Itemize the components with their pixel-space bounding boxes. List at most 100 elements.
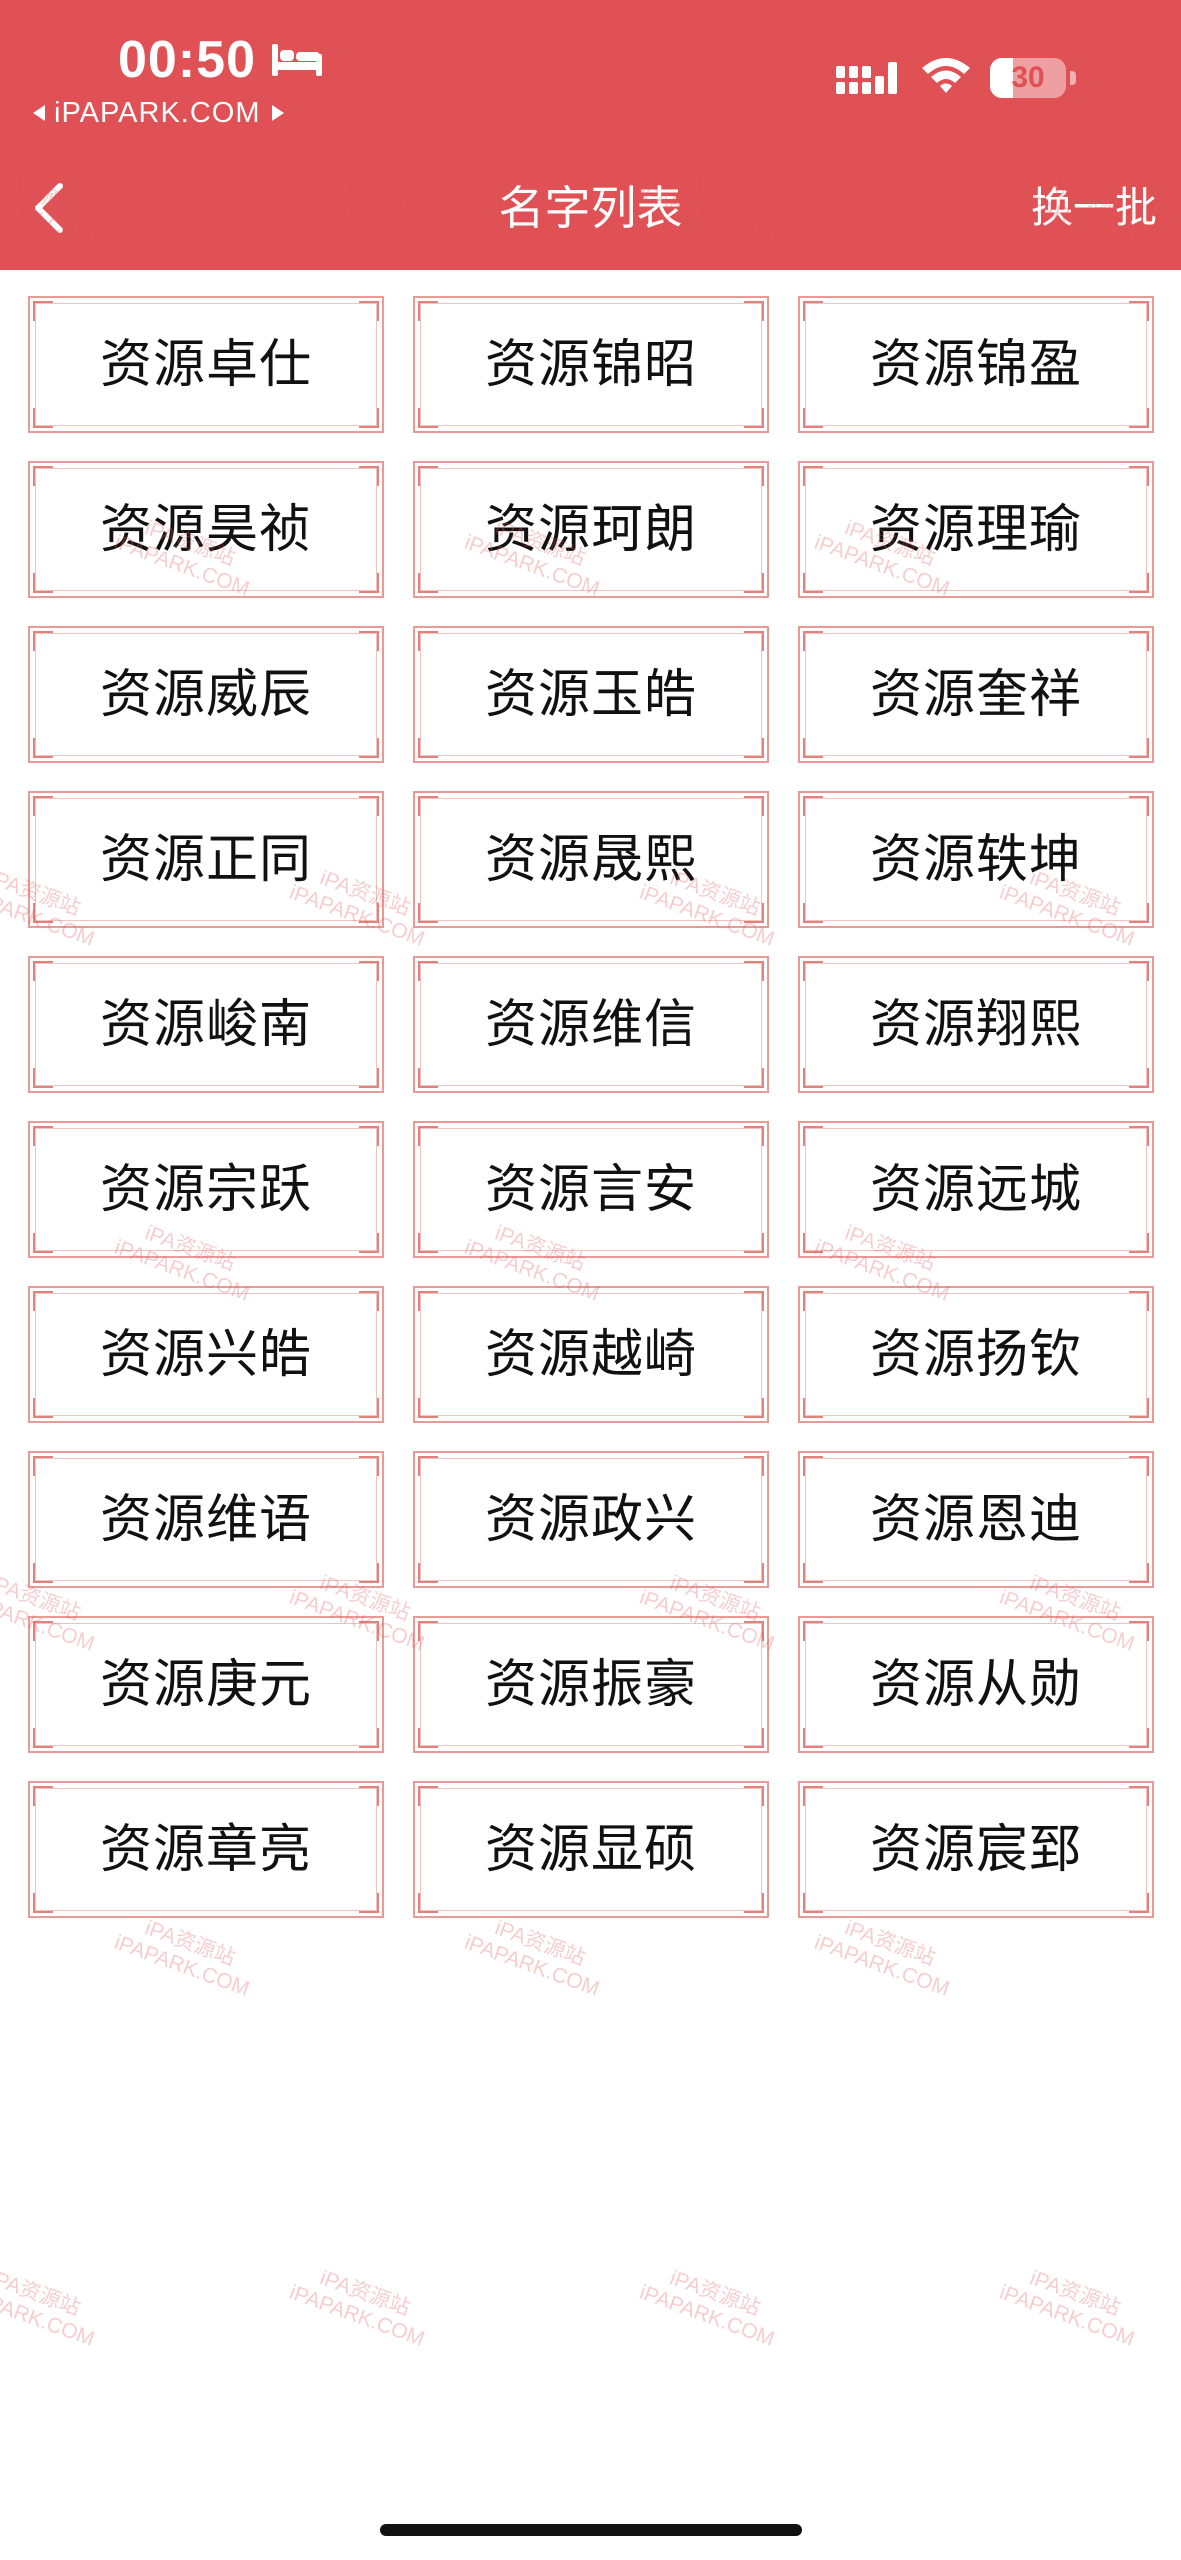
name-card[interactable]: 资源轶坤 (798, 791, 1154, 928)
refresh-batch-button[interactable]: 换一批 (1031, 176, 1157, 240)
name-card[interactable]: 资源奎祥 (798, 626, 1154, 763)
name-label: 资源政兴 (484, 1489, 697, 1550)
name-card[interactable]: 资源政兴 (413, 1451, 769, 1588)
card-corner-ornament (1129, 573, 1149, 593)
name-card[interactable]: 资源维语 (28, 1451, 384, 1588)
page-title: 名字列表 (498, 181, 683, 235)
watermark-line1: iPA资源站 (491, 1916, 589, 1971)
name-card[interactable]: 资源庚元 (28, 1616, 384, 1753)
card-corner-ornament (33, 1291, 53, 1311)
name-card[interactable]: 资源从勋 (798, 1616, 1154, 1753)
name-card[interactable]: 资源显硕 (413, 1781, 769, 1918)
card-corner-ornament (1129, 1398, 1149, 1418)
name-card[interactable]: 资源卓仕 (28, 296, 384, 433)
card-corner-ornament (803, 796, 823, 816)
card-corner-ornament (359, 466, 379, 486)
name-card[interactable]: 资源兴皓 (28, 1286, 384, 1423)
name-card[interactable]: 资源昊祯 (28, 461, 384, 598)
name-label: 资源远城 (869, 1159, 1082, 1220)
name-label: 资源锦昭 (484, 334, 697, 395)
card-corner-ornament (1129, 1563, 1149, 1583)
name-card[interactable]: 资源恩迪 (798, 1451, 1154, 1588)
name-label: 资源奎祥 (869, 664, 1082, 725)
card-corner-ornament (359, 903, 379, 923)
card-corner-ornament (1129, 1456, 1149, 1476)
card-corner-ornament (803, 1398, 823, 1418)
card-corner-ornament (1129, 1621, 1149, 1641)
card-corner-ornament (359, 1621, 379, 1641)
card-corner-ornament (418, 1728, 438, 1748)
card-corner-ornament (803, 1291, 823, 1311)
card-corner-ornament (418, 738, 438, 758)
watermark: iPA资源站 iPAPARK.COM (0, 2258, 106, 2352)
name-card[interactable]: 资源珂朗 (413, 461, 769, 598)
card-corner-ornament (744, 1068, 764, 1088)
card-corner-ornament (744, 631, 764, 651)
name-label: 资源珂朗 (484, 499, 697, 560)
card-corner-ornament (33, 1068, 53, 1088)
card-corner-ornament (33, 796, 53, 816)
card-corner-ornament (359, 1786, 379, 1806)
battery-indicator: 30 (990, 58, 1076, 98)
card-corner-ornament (744, 1398, 764, 1418)
name-card[interactable]: 资源越崎 (413, 1286, 769, 1423)
watermark-line2: iPAPARK.COM (996, 2280, 1138, 2351)
card-corner-ornament (359, 1456, 379, 1476)
card-corner-ornament (744, 1291, 764, 1311)
name-card[interactable]: 资源翔熙 (798, 956, 1154, 1093)
card-corner-ornament (418, 961, 438, 981)
home-indicator[interactable] (380, 2524, 802, 2536)
name-card[interactable]: 资源晟熙 (413, 791, 769, 928)
card-corner-ornament (744, 408, 764, 428)
back-chevron-icon[interactable] (22, 176, 82, 240)
name-card[interactable]: 资源远城 (798, 1121, 1154, 1258)
card-corner-ornament (744, 573, 764, 593)
watermark-line1: iPA资源站 (841, 1916, 939, 1971)
card-corner-ornament (359, 961, 379, 981)
name-card[interactable]: 资源章亮 (28, 1781, 384, 1918)
card-corner-ornament (803, 301, 823, 321)
name-card[interactable]: 资源威辰 (28, 626, 384, 763)
name-label: 资源玉皓 (484, 664, 697, 725)
name-card[interactable]: 资源正同 (28, 791, 384, 928)
card-corner-ornament (33, 1233, 53, 1253)
name-card[interactable]: 资源宸郅 (798, 1781, 1154, 1918)
name-card[interactable]: 资源扬钦 (798, 1286, 1154, 1423)
card-corner-ornament (1129, 408, 1149, 428)
card-corner-ornament (418, 408, 438, 428)
name-card[interactable]: 资源锦盈 (798, 296, 1154, 433)
card-corner-ornament (33, 1563, 53, 1583)
watermark-line2: iPAPARK.COM (0, 2280, 98, 2351)
watermark: iPA资源站 iPAPARK.COM (286, 2258, 435, 2352)
app-screen: 00:50 iPAPARK.COM 30 名字列表 换一批 资源卓仕 资源锦昭 … (0, 0, 1181, 2560)
name-card[interactable]: 资源维信 (413, 956, 769, 1093)
name-label: 资源恩迪 (869, 1489, 1082, 1550)
name-card[interactable]: 资源言安 (413, 1121, 769, 1258)
card-corner-ornament (359, 738, 379, 758)
card-corner-ornament (359, 573, 379, 593)
card-corner-ornament (33, 408, 53, 428)
card-corner-ornament (359, 1233, 379, 1253)
card-corner-ornament (803, 408, 823, 428)
name-grid: 资源卓仕 资源锦昭 资源锦盈资源昊祯 资源珂朗 资源理瑜资源威辰 资源玉皓 资源奎祥资源正同… (28, 296, 1154, 1918)
card-corner-ornament (33, 1456, 53, 1476)
card-corner-ornament (418, 1233, 438, 1253)
watermark-line1: iPA资源站 (0, 2266, 84, 2321)
card-corner-ornament (418, 1786, 438, 1806)
card-corner-ornament (1129, 961, 1149, 981)
name-card[interactable]: 资源玉皓 (413, 626, 769, 763)
name-card[interactable]: 资源锦昭 (413, 296, 769, 433)
card-corner-ornament (744, 903, 764, 923)
name-card[interactable]: 资源宗跃 (28, 1121, 384, 1258)
card-corner-ornament (418, 573, 438, 593)
card-corner-ornament (33, 573, 53, 593)
back-to-app-link[interactable]: iPAPARK.COM (32, 95, 285, 131)
card-corner-ornament (418, 1068, 438, 1088)
card-corner-ornament (359, 1563, 379, 1583)
name-label: 资源振豪 (484, 1654, 697, 1715)
name-card[interactable]: 资源峻南 (28, 956, 384, 1093)
name-card[interactable]: 资源振豪 (413, 1616, 769, 1753)
name-card[interactable]: 资源理瑜 (798, 461, 1154, 598)
card-corner-ornament (803, 466, 823, 486)
name-label: 资源翔熙 (869, 994, 1082, 1055)
